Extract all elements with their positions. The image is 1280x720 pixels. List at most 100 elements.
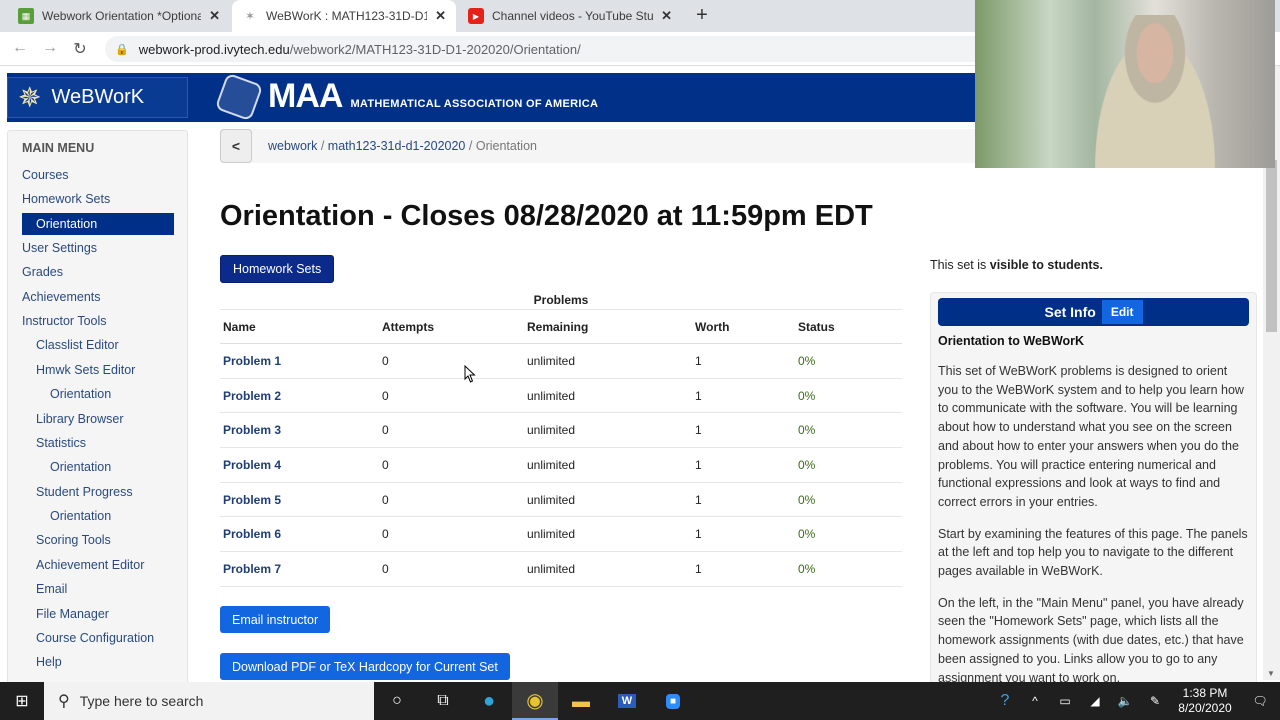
sidebar-item-orientation[interactable]: Orientation — [22, 212, 174, 235]
notification-icon[interactable]: 🗨 — [1240, 694, 1280, 708]
sidebar-item-course-configuration[interactable]: Course Configuration — [8, 626, 187, 650]
problem-link[interactable]: Problem 6 — [223, 527, 281, 541]
app-name: WeBWorK — [51, 86, 145, 108]
webcam-overlay — [975, 0, 1275, 168]
breadcrumb-webwork[interactable]: webwork — [268, 139, 317, 153]
worth-cell: 1 — [695, 527, 798, 541]
sidebar-item-student-progress[interactable]: Student Progress — [8, 480, 187, 504]
attempts-cell: 0 — [382, 561, 389, 576]
new-tab-button[interactable]: + — [690, 4, 714, 28]
sidebar-item-orientation[interactable]: Orientation — [8, 382, 187, 406]
sidebar-item-instructor-tools[interactable]: Instructor Tools — [8, 309, 187, 333]
worth-cell: 1 — [695, 457, 702, 472]
remaining-cell: unlimited — [527, 561, 576, 576]
chevron-up-icon[interactable]: ^ — [1020, 694, 1050, 708]
main-menu-title: MAIN MENU — [22, 141, 95, 155]
scroll-down-arrow-icon[interactable]: ▼ — [1267, 669, 1275, 678]
status-cell: 0% — [798, 423, 816, 438]
help-icon[interactable]: ? — [990, 692, 1020, 710]
status-cell: 0% — [798, 354, 898, 368]
problem-cell: Problem 1 — [220, 354, 382, 368]
zoom-icon[interactable]: ■ — [650, 682, 696, 720]
sidebar-item-file-manager[interactable]: File Manager — [8, 602, 187, 626]
webwork-logo[interactable]: ✵ WeBWorK — [7, 77, 188, 118]
wifi-icon[interactable]: ◢ — [1080, 694, 1110, 708]
taskbar-search-input[interactable]: ⚲ Type here to search — [44, 682, 374, 720]
remaining-cell: unlimited — [527, 562, 695, 576]
sidebar-item-user-settings[interactable]: User Settings — [8, 236, 187, 260]
set-info-header: Set Info Edit — [938, 298, 1249, 326]
back-button[interactable]: < — [220, 129, 252, 163]
problem-cell: Problem 6 — [220, 527, 382, 541]
sidebar-item-homework-sets[interactable]: Homework Sets — [8, 187, 187, 211]
scrollbar-thumb[interactable] — [1266, 160, 1277, 332]
sidebar-item-email[interactable]: Email — [8, 577, 187, 601]
problem-link[interactable]: Problem 5 — [223, 493, 281, 507]
sidebar-item-library-browser[interactable]: Library Browser — [8, 407, 187, 431]
close-icon[interactable]: ✕ — [435, 8, 446, 24]
visibility-status: visible to students. — [989, 258, 1103, 272]
edge-icon[interactable]: ● — [466, 682, 512, 720]
browser-tab-webwork[interactable]: ✶ WeBWorK : MATH123-31D-D1-2( ✕ — [232, 0, 456, 32]
chrome-icon[interactable]: ◉ — [512, 682, 558, 720]
status-cell: 0% — [798, 389, 898, 403]
table-row: Problem 4 0 unlimited 1 0% — [220, 448, 902, 483]
status-cell: 0% — [798, 527, 816, 542]
tab-label: Webwork Orientation *Optional — [42, 9, 202, 23]
visibility-prefix: This set is — [930, 258, 990, 272]
worth-cell: 1 — [695, 493, 798, 507]
breadcrumb-course[interactable]: math123-31d-d1-202020 — [328, 139, 466, 153]
sidebar-item-grades[interactable]: Grades — [8, 260, 187, 284]
back-arrow-icon[interactable]: ← — [10, 39, 30, 57]
worth-cell: 1 — [695, 527, 702, 542]
problem-link[interactable]: Problem 7 — [223, 562, 281, 576]
forward-arrow-icon[interactable]: → — [40, 39, 60, 57]
problem-link[interactable]: Problem 1 — [223, 354, 281, 368]
download-hardcopy-button[interactable]: Download PDF or TeX Hardcopy for Current… — [220, 653, 510, 680]
attempts-cell: 0 — [382, 492, 389, 507]
maa-logo[interactable]: MAA MATHEMATICAL ASSOCIATION OF AMERICA — [214, 72, 598, 121]
problem-link[interactable]: Problem 2 — [223, 389, 281, 403]
windows-start-icon[interactable]: ⊞ — [0, 691, 44, 711]
close-icon[interactable]: ✕ — [209, 8, 220, 24]
file-explorer-icon[interactable]: ▬ — [558, 682, 604, 720]
task-view-icon[interactable]: ⧉ — [420, 682, 466, 720]
clock[interactable]: 1:38 PM 8/20/2020 — [1170, 686, 1240, 716]
table-row: Problem 7 0 unlimited 1 0% — [220, 552, 902, 587]
problem-link[interactable]: Problem 3 — [223, 423, 281, 437]
sidebar-item-achievement-editor[interactable]: Achievement Editor — [8, 553, 187, 577]
tab-label: Channel videos - YouTube Studio — [492, 9, 654, 23]
browser-tab-youtube[interactable]: ▶ Channel videos - YouTube Studio ✕ — [458, 0, 682, 32]
col-name: Name — [223, 319, 256, 334]
volume-icon[interactable]: 🔈 — [1110, 694, 1140, 708]
close-icon[interactable]: ✕ — [661, 8, 672, 24]
word-icon[interactable]: W — [604, 682, 650, 720]
sidebar-item-statistics[interactable]: Statistics — [8, 431, 187, 455]
sheet-icon: ▦ — [18, 8, 34, 24]
battery-icon[interactable]: ▭ — [1050, 694, 1080, 708]
sidebar-item-achievements[interactable]: Achievements — [8, 285, 187, 309]
sidebar-item-orientation[interactable]: Orientation — [8, 455, 187, 479]
status-cell: 0% — [798, 562, 898, 576]
table-caption: Problems — [220, 290, 902, 310]
attempts-cell: 0 — [382, 354, 527, 368]
cortana-icon[interactable]: ○ — [374, 682, 420, 720]
status-cell: 0% — [798, 561, 816, 576]
sidebar-item-help[interactable]: Help — [8, 650, 187, 674]
set-info-paragraph: This set of WeBWorK problems is designed… — [938, 364, 1244, 509]
browser-tab-sheet[interactable]: ▦ Webwork Orientation *Optional ✕ — [8, 0, 230, 32]
edit-set-info-button[interactable]: Edit — [1101, 300, 1143, 324]
sidebar-item-orientation[interactable]: Orientation — [8, 504, 187, 528]
remaining-cell: unlimited — [527, 457, 576, 472]
sidebar-item-classlist-editor[interactable]: Classlist Editor — [8, 333, 187, 357]
problem-link[interactable]: Problem 4 — [223, 458, 281, 472]
reload-icon[interactable]: ↻ — [70, 39, 90, 59]
homework-sets-button[interactable]: Homework Sets — [220, 255, 335, 283]
sidebar-item-courses[interactable]: Courses — [8, 163, 187, 187]
breadcrumb: < webwork / math123-31d-d1-202020 / Orie… — [220, 129, 980, 163]
attempts-cell: 0 — [382, 423, 527, 437]
sidebar-item-scoring-tools[interactable]: Scoring Tools — [8, 528, 187, 552]
sidebar-item-hmwk-sets-editor[interactable]: Hmwk Sets Editor — [8, 358, 187, 382]
email-instructor-button[interactable]: Email instructor — [220, 606, 331, 633]
pen-icon[interactable]: ✎ — [1140, 694, 1170, 708]
